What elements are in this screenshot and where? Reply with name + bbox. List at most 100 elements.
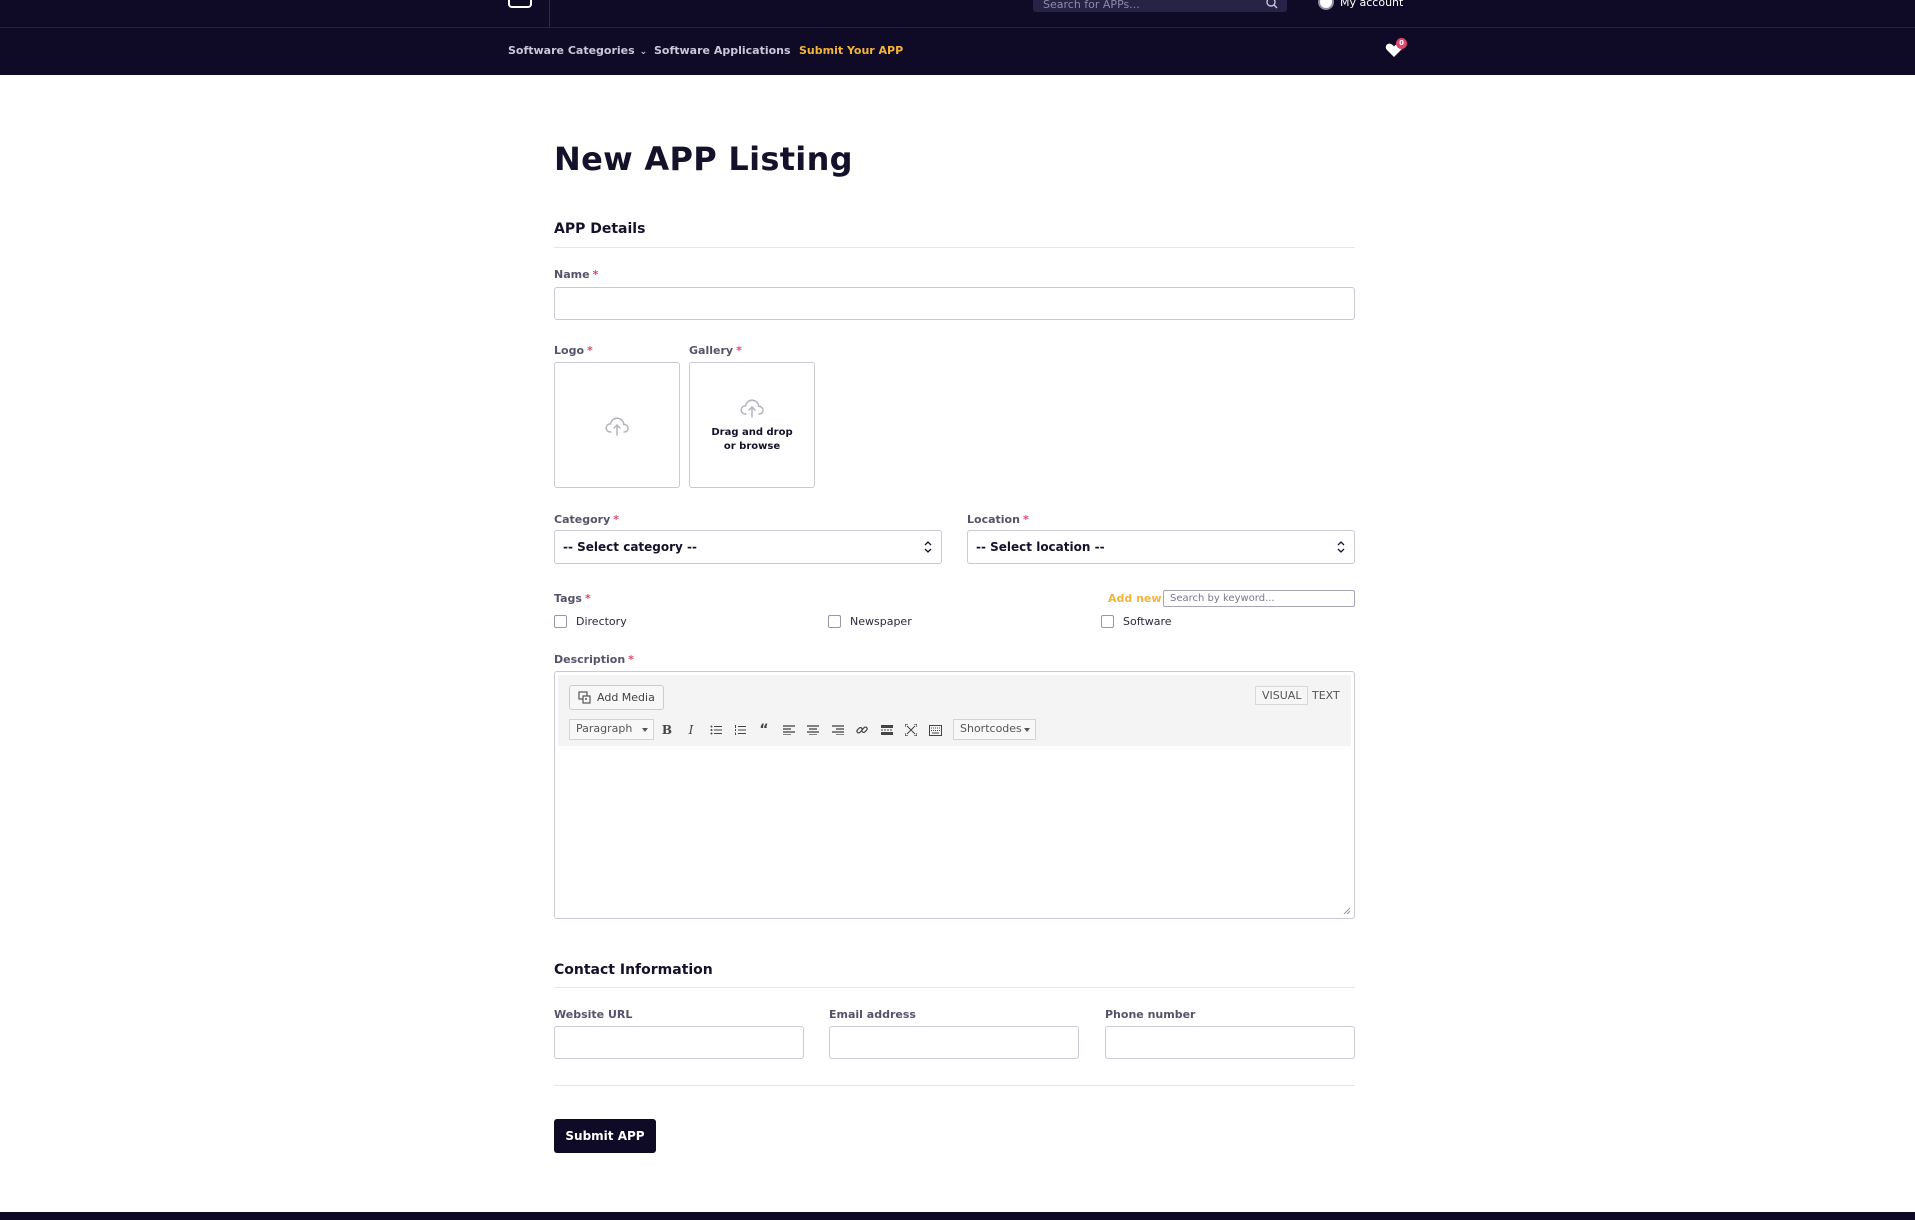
checkbox[interactable] <box>828 614 841 628</box>
tag-option-software[interactable]: Software <box>1101 613 1172 629</box>
logo-upload-dropzone[interactable] <box>554 362 680 488</box>
blockquote-button[interactable]: “ <box>755 721 773 739</box>
email-address-label: Email address <box>829 1008 916 1021</box>
section-title-contact-information: Contact Information <box>554 962 713 978</box>
my-account-link[interactable]: My account <box>1318 0 1404 10</box>
tag-option-newspaper[interactable]: Newspaper <box>828 613 912 629</box>
category-select[interactable]: -- Select category -- <box>554 530 942 564</box>
tag-label: Directory <box>576 614 627 628</box>
nav-software-categories[interactable]: Software Categories ⌄ <box>508 44 647 57</box>
bold-button[interactable]: B <box>658 721 676 739</box>
location-select[interactable]: -- Select location -- <box>967 530 1355 564</box>
location-label-text: Location <box>967 513 1020 526</box>
section-divider <box>554 987 1355 988</box>
italic-button[interactable]: I <box>682 721 700 739</box>
select-arrows-icon <box>1337 541 1345 553</box>
shortcodes-dropdown[interactable]: Shortcodes <box>953 719 1036 740</box>
logo-label: Logo * <box>554 344 593 357</box>
email-address-input[interactable] <box>829 1026 1079 1059</box>
section-divider <box>554 1085 1355 1086</box>
required-mark: * <box>1022 513 1029 526</box>
tags-label: Tags * <box>554 592 591 605</box>
shortcodes-label: Shortcodes <box>960 722 1022 735</box>
category-select-value: -- Select category -- <box>563 540 697 554</box>
footer <box>0 1212 1915 1220</box>
website-url-input[interactable] <box>554 1026 804 1059</box>
tag-label: Newspaper <box>850 614 912 628</box>
bullet-list-button[interactable] <box>707 721 725 739</box>
required-mark: * <box>587 344 593 357</box>
category-label-text: Category <box>554 513 611 526</box>
align-center-button[interactable] <box>804 721 822 739</box>
caret-down-icon <box>1024 728 1030 732</box>
search-icon[interactable] <box>1265 0 1279 9</box>
chevron-down-icon: ⌄ <box>639 47 648 57</box>
logo-label-text: Logo <box>554 344 584 357</box>
toolbar-toggle-button[interactable] <box>926 721 944 739</box>
gallery-upload-hint: Drag and drop or browse <box>711 427 793 452</box>
cloud-upload-icon <box>605 417 629 436</box>
tag-search-input[interactable] <box>1163 590 1355 607</box>
topbar-divider <box>549 0 550 28</box>
align-left-icon <box>783 725 795 735</box>
description-label-text: Description <box>554 653 626 666</box>
align-left-button[interactable] <box>780 721 798 739</box>
description-editor: Add Media VISUAL TEXT Paragraph B I “ Sh… <box>554 671 1355 919</box>
tag-label: Software <box>1123 614 1172 628</box>
gallery-upload-dropzone[interactable]: Drag and drop or browse <box>689 362 815 488</box>
tab-text[interactable]: TEXT <box>1306 686 1346 705</box>
fullscreen-button[interactable] <box>902 721 920 739</box>
wishlist-button[interactable]: 0 <box>1385 38 1407 62</box>
name-input[interactable] <box>554 287 1355 320</box>
required-mark: * <box>592 268 599 281</box>
align-right-icon <box>832 725 844 735</box>
location-select-value: -- Select location -- <box>976 540 1105 554</box>
tab-visual[interactable]: VISUAL <box>1255 686 1309 705</box>
gallery-label: Gallery * <box>689 344 742 357</box>
paragraph-format-select[interactable]: Paragraph <box>569 719 654 740</box>
add-media-label: Add Media <box>597 691 655 704</box>
add-new-tag-link[interactable]: Add new <box>1108 592 1162 605</box>
tags-label-text: Tags <box>554 592 582 605</box>
tag-option-directory[interactable]: Directory <box>554 613 627 629</box>
search-input[interactable] <box>1043 0 1243 12</box>
description-text-area[interactable] <box>558 750 1351 914</box>
required-mark: * <box>628 653 634 666</box>
category-label: Category * <box>554 513 619 526</box>
gallery-label-text: Gallery <box>689 344 734 357</box>
resize-handle-icon[interactable] <box>1343 907 1351 915</box>
align-right-button[interactable] <box>829 721 847 739</box>
name-label-text: Name <box>554 268 590 281</box>
account-label: My account <box>1340 0 1404 9</box>
location-label: Location * <box>967 513 1029 526</box>
search-bar <box>1033 0 1287 12</box>
submit-app-button[interactable]: Submit APP <box>554 1119 656 1153</box>
wishlist-count-badge: 0 <box>1396 38 1407 49</box>
insert-link-button[interactable] <box>853 721 871 739</box>
nav-software-applications[interactable]: Software Applications <box>654 44 791 57</box>
nav-label: Software Categories <box>508 44 635 57</box>
website-url-label: Website URL <box>554 1008 633 1021</box>
phone-number-label: Phone number <box>1105 1008 1196 1021</box>
nav-submit-your-app[interactable]: Submit Your APP <box>799 44 903 57</box>
add-media-icon <box>578 691 591 704</box>
fullscreen-icon <box>905 724 917 736</box>
required-mark: * <box>736 344 742 357</box>
keyboard-icon <box>928 724 942 736</box>
editor-toolbar: Add Media VISUAL TEXT Paragraph B I “ Sh… <box>558 675 1351 746</box>
top-bar: My account <box>0 0 1915 28</box>
numbered-list-button[interactable] <box>731 721 749 739</box>
required-mark: * <box>584 592 591 605</box>
checkbox[interactable] <box>554 614 567 628</box>
page-title: New APP Listing <box>554 140 853 178</box>
required-mark: * <box>613 513 620 526</box>
site-logo[interactable] <box>508 0 532 8</box>
read-more-button[interactable] <box>878 721 896 739</box>
add-media-button[interactable]: Add Media <box>569 685 664 710</box>
checkbox[interactable] <box>1101 614 1114 628</box>
numbered-list-icon <box>735 725 746 735</box>
link-icon <box>856 726 868 734</box>
description-label: Description * <box>554 653 634 666</box>
phone-number-input[interactable] <box>1105 1026 1355 1059</box>
avatar <box>1318 0 1334 10</box>
